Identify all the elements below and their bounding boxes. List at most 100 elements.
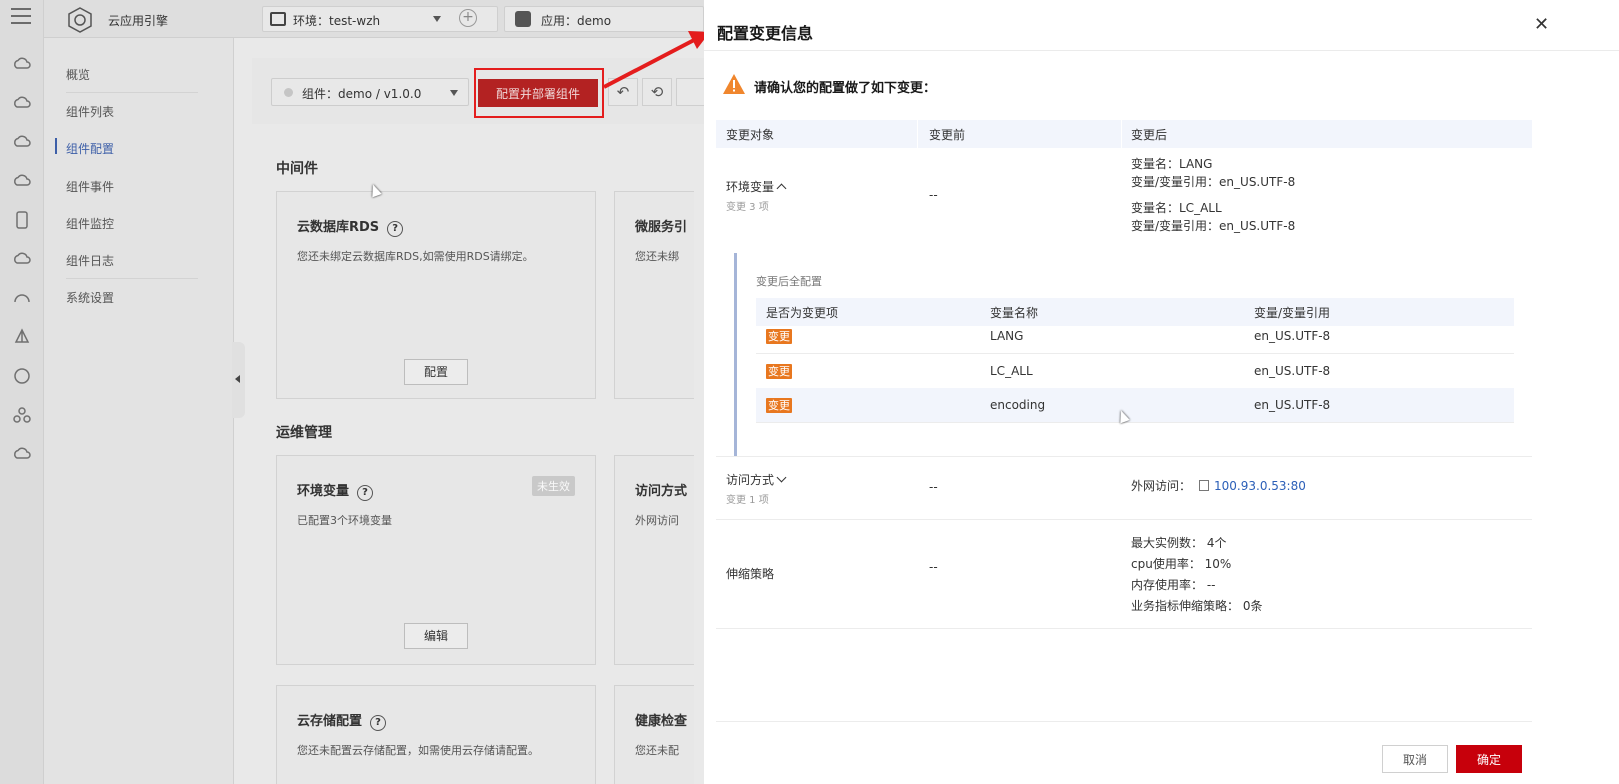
- component-label: 组件：demo / v1.0.0: [302, 87, 422, 101]
- cloud-icon[interactable]: [12, 171, 32, 191]
- var-name: LANG: [990, 329, 1024, 343]
- value-before: --: [929, 560, 938, 574]
- configure-rds-button[interactable]: 配置: [404, 359, 468, 385]
- cancel-button[interactable]: 取消: [1382, 745, 1448, 773]
- table-row: 变更 encoding en_US.UTF-8: [756, 388, 1514, 423]
- edit-env-button[interactable]: 编辑: [404, 623, 468, 649]
- card-description: 已配置3个环境变量: [297, 514, 392, 527]
- nav-item-component-list[interactable]: 组件列表: [66, 103, 114, 120]
- nav-item-component-config[interactable]: 组件配置: [66, 140, 114, 157]
- card-description: 您还未绑: [635, 250, 679, 263]
- nav-item-system-settings[interactable]: 系统设置: [66, 289, 114, 306]
- card-env-vars: 环境变量? 未生效 已配置3个环境变量 编辑: [276, 455, 596, 665]
- status-badge: 未生效: [532, 476, 575, 496]
- brand-name: 云应用引擎: [108, 14, 169, 28]
- annotation-arrow: [603, 31, 710, 89]
- section-middleware: 中间件: [276, 161, 318, 177]
- help-icon[interactable]: ?: [387, 221, 404, 237]
- footer-divider: [716, 721, 1532, 722]
- environment-label: 环境：test-wzh: [293, 14, 381, 28]
- cluster-icon[interactable]: [12, 405, 32, 425]
- cloud-icon[interactable]: [12, 249, 32, 269]
- column-divider: [917, 120, 918, 148]
- nav-item-overview[interactable]: 概览: [66, 66, 90, 83]
- full-config-panel: 变更后全配置 是否为变更项 变量名称 变量/变量引用 变更 LANG en_US…: [734, 253, 1532, 456]
- row-divider: [716, 456, 1532, 457]
- gauge-icon[interactable]: [12, 288, 32, 308]
- cloud-icon[interactable]: [12, 93, 32, 113]
- component-nav: 概览 组件列表 组件配置 组件事件 组件监控 组件日志 系统设置: [44, 38, 234, 784]
- cloud-icon[interactable]: [12, 132, 32, 152]
- copy-icon[interactable]: [1199, 480, 1210, 491]
- var-value: en_US.UTF-8: [1254, 364, 1331, 378]
- card-title: 云存储配置?: [297, 710, 387, 731]
- card-description: 您还未配: [635, 744, 679, 757]
- collapse-nav-handle[interactable]: [232, 342, 245, 418]
- card-title: 环境变量?: [297, 480, 374, 501]
- chevron-down-icon: [433, 16, 441, 22]
- component-selector[interactable]: 组件：demo / v1.0.0: [271, 78, 469, 106]
- row-change-count: 变更 1 项: [726, 495, 769, 506]
- card-storage: 云存储配置? 您还未配置云存储配置，如需使用云存储请配置。: [276, 685, 596, 784]
- divider: [66, 92, 198, 93]
- public-address-link[interactable]: 100.93.0.53:80: [1214, 479, 1306, 493]
- nav-item-component-events[interactable]: 组件事件: [66, 178, 114, 195]
- card-description: 您还未绑定云数据库RDS,如需使用RDS请绑定。: [297, 250, 534, 263]
- configure-deploy-button[interactable]: 配置并部署组件: [478, 79, 598, 107]
- global-sidebar: [0, 0, 44, 784]
- card-access: 访问方式 外网访问: [614, 455, 694, 665]
- nav-item-component-monitor[interactable]: 组件监控: [66, 215, 114, 232]
- var-name: encoding: [990, 398, 1046, 412]
- changed-tag: 变更: [766, 364, 792, 379]
- card-rds: 云数据库RDS? 您还未绑定云数据库RDS,如需使用RDS请绑定。 配置: [276, 191, 596, 399]
- cube-icon: [515, 11, 531, 27]
- help-icon[interactable]: ?: [370, 715, 387, 731]
- column-header: 变更后: [1131, 128, 1168, 142]
- column-divider: [1121, 120, 1122, 148]
- main-content: 组件：demo / v1.0.0 配置并部署组件 ↶ ⟲ 中间件 云数据库RDS…: [252, 58, 704, 784]
- card-title: 访问方式: [635, 484, 688, 499]
- change-info-drawer: 配置变更信息 ✕ 请确认您的配置做了如下变更： 变更对象 变更前 变更后 环境变…: [704, 0, 1619, 784]
- nav-item-component-logs[interactable]: 组件日志: [66, 252, 114, 269]
- chevron-up-icon: [776, 183, 787, 194]
- table-row: 变更 LC_ALL en_US.UTF-8: [756, 354, 1514, 389]
- status-dot: [284, 88, 293, 97]
- row-scaling-policy[interactable]: 伸缩策略: [726, 565, 774, 582]
- card-health: 健康检查 您还未配: [614, 685, 694, 784]
- chevron-down-icon: [776, 472, 787, 483]
- sailboat-icon[interactable]: [12, 327, 32, 347]
- value-before: --: [929, 188, 938, 202]
- help-icon[interactable]: ?: [357, 485, 374, 501]
- value-before: --: [929, 480, 938, 494]
- cloud-icon[interactable]: [12, 444, 32, 464]
- confirm-button[interactable]: 确定: [1456, 745, 1522, 773]
- column-header: 变更前: [929, 128, 966, 142]
- database-icon[interactable]: [12, 210, 32, 230]
- column-header: 变更对象: [726, 128, 775, 142]
- chevron-left-icon: [235, 375, 240, 383]
- changed-tag: 变更: [766, 329, 792, 344]
- value-after: 最大实例数： 4个 cpu使用率： 10% 内存使用率： -- 业务指标伸缩策略…: [1131, 536, 1263, 613]
- row-env-vars[interactable]: 环境变量: [726, 178, 787, 195]
- function-icon[interactable]: [12, 366, 32, 386]
- card-microservice: 微服务引 您还未绑: [614, 191, 694, 399]
- panel-title: 变更后全配置: [756, 275, 822, 288]
- card-description: 您还未配置云存储配置，如需使用云存储请配置。: [297, 744, 539, 757]
- value-after: 外网访问： 100.93.0.53:80: [1131, 479, 1306, 493]
- drawer-title: 配置变更信息: [717, 24, 814, 43]
- card-title: 微服务引: [635, 220, 688, 235]
- var-name: LC_ALL: [990, 364, 1033, 378]
- row-divider: [716, 519, 1532, 520]
- engine-logo: [68, 7, 92, 33]
- close-icon[interactable]: ✕: [1534, 14, 1549, 35]
- card-title: 云数据库RDS?: [297, 216, 404, 237]
- environment-selector[interactable]: 环境：test-wzh +: [262, 6, 498, 32]
- cloud-icon[interactable]: [12, 54, 32, 74]
- add-environment-icon[interactable]: +: [459, 9, 477, 27]
- menu-icon[interactable]: [11, 8, 31, 26]
- var-value: en_US.UTF-8: [1254, 329, 1331, 343]
- code-icon: [270, 12, 286, 26]
- section-ops: 运维管理: [276, 425, 332, 441]
- value-after: 变量名：LANG 变量/变量引用：en_US.UTF-8 变量名：LC_ALL …: [1131, 157, 1296, 233]
- row-access-method[interactable]: 访问方式: [726, 471, 787, 488]
